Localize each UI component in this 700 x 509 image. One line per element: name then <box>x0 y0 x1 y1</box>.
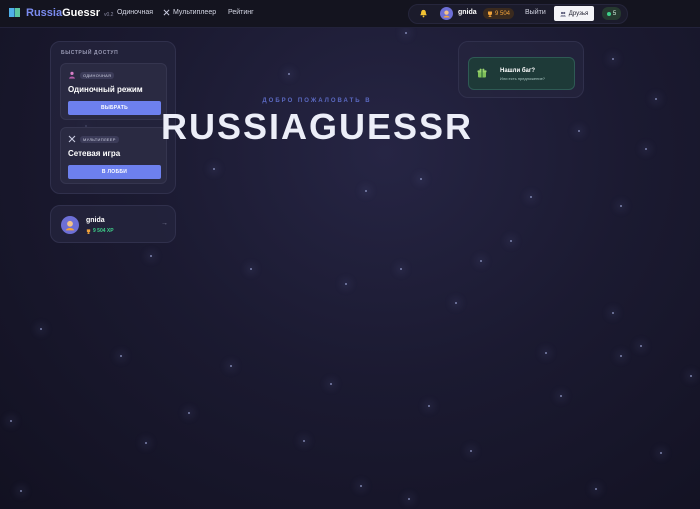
profile-xp: 9 504 XP <box>86 228 114 234</box>
online-count: 5 <box>612 10 617 17</box>
star-dot <box>250 268 252 270</box>
avatar <box>61 216 79 234</box>
star-dot <box>145 442 147 444</box>
star-dot <box>620 355 622 357</box>
star-dot <box>620 205 622 207</box>
star-dot <box>400 268 402 270</box>
profile-card[interactable]: gnida 9 504 XP → <box>50 205 176 243</box>
star-dot <box>545 352 547 354</box>
star-dot <box>365 190 367 192</box>
quick-access-title: БЫСТРЫЙ ДОСТУП <box>61 50 119 56</box>
top-navbar: Russia Guessr v0.2 Одиночная Мультиплеер… <box>0 0 700 28</box>
bug-report-title: Нашли баг? <box>500 68 536 74</box>
star-dot <box>645 148 647 150</box>
user-avatar-icon <box>443 10 450 18</box>
user-name[interactable]: gnida <box>458 9 477 16</box>
star-dot <box>10 420 12 422</box>
nav-link-leaderboard[interactable]: Рейтинг <box>228 9 254 16</box>
nav-link-singleplayer[interactable]: Одиночная <box>117 9 153 16</box>
star-dot <box>560 395 562 397</box>
bug-report-subtitle: Или есть предложение? <box>500 76 546 81</box>
users-icon <box>560 11 566 16</box>
mode-tag: ОДИНОЧНАЯ <box>80 71 115 79</box>
person-icon <box>69 71 75 79</box>
star-dot <box>428 405 430 407</box>
star-dot <box>530 196 532 198</box>
star-dot <box>595 488 597 490</box>
star-dot <box>690 375 692 377</box>
bug-report-card[interactable]: Нашли баг? Или есть предложение? <box>468 57 575 90</box>
star-dot <box>640 345 642 347</box>
star-dot <box>510 240 512 242</box>
star-dot <box>612 58 614 60</box>
mode-title: Одиночный режим <box>68 85 143 94</box>
brand-name-part1: Russia <box>26 6 63 19</box>
profile-xp-value: 9 504 XP <box>93 228 114 234</box>
lobby-button[interactable]: В ЛОББИ <box>68 165 161 179</box>
online-count-badge[interactable]: 5 <box>602 7 621 20</box>
avatar[interactable] <box>440 7 453 20</box>
star-dot <box>655 98 657 100</box>
logout-button[interactable]: Выйти <box>525 9 546 16</box>
nav-link-label: Мультиплеер <box>173 9 217 16</box>
trophy-icon <box>488 11 492 17</box>
star-dot <box>288 73 290 75</box>
brand-logo[interactable]: Russia Guessr v0.2 <box>8 6 113 19</box>
online-status-icon <box>606 11 611 16</box>
star-dot <box>230 365 232 367</box>
crossed-swords-icon <box>163 9 170 16</box>
bug-report-panel: Нашли баг? Или есть предложение? <box>458 41 584 98</box>
map-book-icon <box>9 8 20 17</box>
star-dot <box>40 328 42 330</box>
friends-label: Друзья <box>568 10 589 17</box>
arrow-right-icon: → <box>161 220 168 227</box>
star-dot <box>360 485 362 487</box>
star-dot <box>330 383 332 385</box>
friends-button[interactable]: Друзья <box>554 6 594 21</box>
bell-icon[interactable] <box>419 9 428 18</box>
star-dot <box>420 178 422 180</box>
star-dot <box>120 355 122 357</box>
star-dot <box>20 490 22 492</box>
nav-link-multiplayer[interactable]: Мультиплеер <box>163 9 216 16</box>
xp-value: 9 504 <box>495 10 511 17</box>
hero-title: RUSSIAGUESSR <box>160 106 474 147</box>
star-dot <box>408 498 410 500</box>
nav-link-label: Одиночная <box>117 9 154 16</box>
user-avatar-icon <box>65 220 75 231</box>
gift-icon <box>477 68 487 78</box>
mode-title: Сетевая игра <box>68 149 121 158</box>
star-dot <box>480 260 482 262</box>
star-dot <box>150 255 152 257</box>
star-dot <box>405 32 407 34</box>
star-dot <box>470 450 472 452</box>
star-dot <box>455 302 457 304</box>
star-dot <box>612 312 614 314</box>
star-dot <box>188 412 190 414</box>
mode-card-header: ОДИНОЧНАЯ <box>68 71 115 79</box>
star-dot <box>660 452 662 454</box>
brand-name-part2: Guessr <box>62 6 100 19</box>
star-dot <box>345 283 347 285</box>
star-dot <box>303 440 305 442</box>
profile-name: gnida <box>86 217 105 224</box>
star-dot <box>213 168 215 170</box>
nav-link-label: Рейтинг <box>228 9 254 16</box>
version-label: v0.2 <box>104 11 114 18</box>
trophy-icon <box>86 228 91 234</box>
xp-badge: 9 504 <box>483 8 515 19</box>
welcome-kicker: ДОБРО ПОЖАЛОВАТЬ В <box>262 98 372 104</box>
